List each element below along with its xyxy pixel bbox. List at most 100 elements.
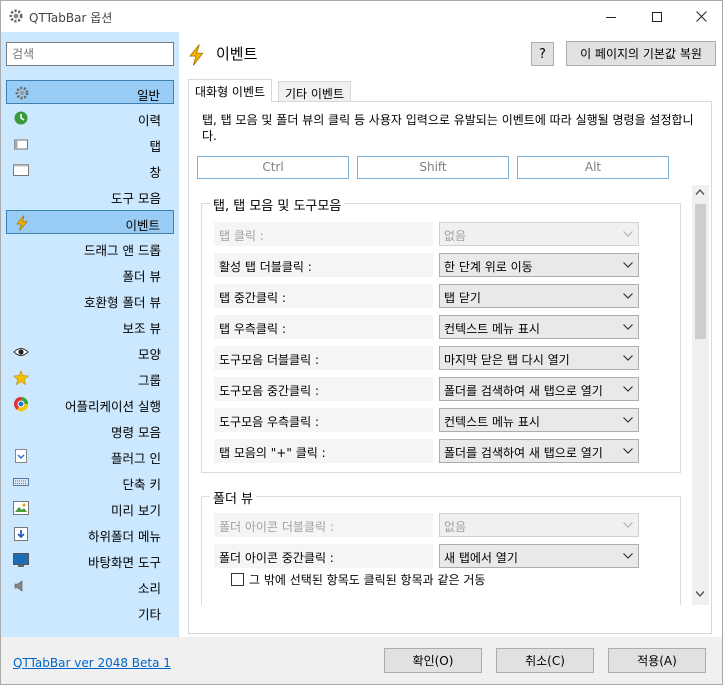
select-value: 폴더를 검색하여 새 탭으로 열기	[444, 446, 603, 460]
ok-button[interactable]: 확인(O)	[384, 648, 482, 673]
action-select-folder-icon-middleclick[interactable]: 새 탭에서 열기	[439, 544, 639, 568]
sidebar-item-desktop-tool[interactable]: 바탕화면 도구	[6, 548, 174, 572]
sidebar-item-general[interactable]: 일반	[6, 80, 174, 104]
action-select-toolbar-rightclick[interactable]: 컨텍스트 메뉴 표시	[439, 408, 639, 432]
sidebar-item-misc[interactable]: 기타	[6, 600, 174, 624]
sidebar-item-tab[interactable]: 탭	[6, 132, 174, 156]
same-behavior-checkbox[interactable]	[231, 573, 244, 586]
setting-label: 탭 클릭 :	[214, 222, 433, 246]
chevron-down-icon	[623, 522, 633, 528]
action-select-tab-click: 없음	[439, 222, 639, 246]
sidebar-item-toolbar[interactable]: 도구 모음	[6, 184, 174, 208]
app-launch-icon	[14, 397, 29, 412]
maximize-button[interactable]	[634, 1, 680, 32]
sidebar-item-label: 보조 뷰	[122, 321, 161, 336]
select-value: 탭 닫기	[444, 291, 481, 305]
preview-icon	[13, 501, 29, 515]
select-value: 새 탭에서 열기	[444, 551, 518, 565]
subfolder-icon	[14, 527, 28, 541]
select-value: 한 단계 위로 이동	[444, 260, 533, 274]
tab-interactive-events[interactable]: 대화형 이벤트	[188, 79, 273, 102]
sidebar-item-events[interactable]: 이벤트	[6, 210, 174, 234]
version-link[interactable]: QTTabBar ver 2048 Beta 1	[13, 656, 171, 670]
select-value: 폴더를 검색하여 새 탭으로 열기	[444, 384, 603, 398]
sidebar-item-drag-drop[interactable]: 드래그 앤 드롭	[6, 236, 174, 260]
setting-label: 도구모음 우측클릭 :	[214, 408, 433, 432]
cancel-button[interactable]: 취소(C)	[496, 648, 594, 673]
setting-label: 폴더 아이콘 더블클릭 :	[214, 513, 433, 537]
restore-defaults-button[interactable]: 이 페이지의 기본값 복원	[566, 41, 716, 66]
sidebar-item-label: 미리 보기	[111, 503, 161, 518]
sidebar-item-label: 명령 모음	[111, 425, 161, 440]
chevron-down-icon	[623, 386, 633, 392]
sidebar-item-label: 플러그 인	[111, 451, 161, 466]
action-select-active-tab-dblclick[interactable]: 한 단계 위로 이동	[439, 253, 639, 277]
sidebar-item-label: 바탕화면 도구	[88, 555, 161, 570]
setting-label: 탭 우측클릭 :	[214, 315, 433, 339]
sidebar-item-label: 도구 모음	[111, 191, 161, 206]
sidebar-item-app-launcher[interactable]: 어플리케이션 실행	[6, 392, 174, 416]
tab-other-events[interactable]: 기타 이벤트	[278, 81, 352, 102]
action-select-tab-rightclick[interactable]: 컨텍스트 메뉴 표시	[439, 315, 639, 339]
action-select-tabbar-plus-click[interactable]: 폴더를 검색하여 새 탭으로 열기	[439, 439, 639, 463]
sidebar-item-history[interactable]: 이력	[6, 106, 174, 130]
sidebar-item-label: 드래그 앤 드롭	[84, 243, 161, 258]
sidebar-item-compat-folder-view[interactable]: 호환형 폴더 뷰	[6, 288, 174, 312]
action-select-toolbar-middleclick[interactable]: 폴더를 검색하여 새 탭으로 열기	[439, 377, 639, 401]
vertical-scrollbar[interactable]	[692, 185, 709, 605]
action-select-tab-middleclick[interactable]: 탭 닫기	[439, 284, 639, 308]
sidebar-item-shortcuts[interactable]: 단축 키	[6, 470, 174, 494]
group-title: 탭, 탭 모음 및 도구모음	[210, 195, 345, 214]
sidebar-item-window[interactable]: 창	[6, 158, 174, 182]
sidebar: 일반 이력 탭 창 도구 모음 이벤트 드래그 앤 드롭 폴더 뷰 호환형 폴더…	[0, 32, 179, 637]
setting-label: 탭 중간클릭 :	[214, 284, 433, 308]
sidebar-item-label: 모양	[137, 347, 161, 362]
lightning-icon	[189, 44, 204, 66]
close-button[interactable]	[678, 1, 723, 32]
scroll-thumb[interactable]	[695, 204, 706, 339]
shift-modifier-button[interactable]: Shift	[357, 156, 509, 179]
setting-label: 활성 탭 더블클릭 :	[214, 253, 433, 277]
apply-button[interactable]: 적용(A)	[608, 648, 706, 673]
setting-row: 폴더 아이콘 중간클릭 : 새 탭에서 열기	[214, 544, 639, 570]
sidebar-item-preview[interactable]: 미리 보기	[6, 496, 174, 520]
setting-row: 도구모음 우측클릭 : 컨텍스트 메뉴 표시	[214, 408, 639, 434]
sidebar-item-folder-view[interactable]: 폴더 뷰	[6, 262, 174, 286]
help-button[interactable]: ?	[531, 42, 554, 66]
sidebar-item-appearance[interactable]: 모양	[6, 340, 174, 364]
keyboard-icon	[13, 478, 29, 486]
setting-row: 탭 우측클릭 : 컨텍스트 메뉴 표시	[214, 315, 639, 341]
chevron-down-icon	[623, 262, 633, 268]
sidebar-item-sound[interactable]: 소리	[6, 574, 174, 598]
eye-icon	[13, 348, 29, 356]
scroll-down-icon[interactable]	[695, 590, 705, 598]
maximize-icon	[652, 11, 662, 22]
scroll-up-icon[interactable]	[695, 188, 705, 196]
select-value: 없음	[444, 520, 467, 534]
settings-scroll-area[interactable]: 탭, 탭 모음 및 도구모음 탭 클릭 : 없음 활성 탭 더블클릭 : 한 단…	[197, 185, 701, 605]
group-tabs-toolbar: 탭, 탭 모음 및 도구모음 탭 클릭 : 없음 활성 탭 더블클릭 : 한 단…	[201, 195, 681, 473]
search-input[interactable]	[6, 42, 174, 66]
window-icon	[13, 164, 29, 176]
sidebar-item-label: 하위폴더 메뉴	[88, 529, 161, 544]
close-icon	[695, 11, 707, 22]
select-value: 컨텍스트 메뉴 표시	[444, 322, 540, 336]
chevron-down-icon	[623, 293, 633, 299]
sidebar-item-label: 단축 키	[122, 477, 161, 492]
sidebar-item-group[interactable]: 그룹	[6, 366, 174, 390]
sidebar-item-label: 탭	[149, 139, 161, 154]
sidebar-item-plugins[interactable]: 플러그 인	[6, 444, 174, 468]
ctrl-modifier-button[interactable]: Ctrl	[197, 156, 349, 179]
action-select-folder-icon-dblclick: 없음	[439, 513, 639, 537]
page-title: 이벤트	[216, 45, 258, 63]
sidebar-item-secondary-view[interactable]: 보조 뷰	[6, 314, 174, 338]
setting-label: 도구모음 중간클릭 :	[214, 377, 433, 401]
action-select-toolbar-dblclick[interactable]: 마지막 닫은 탭 다시 열기	[439, 346, 639, 370]
sidebar-item-command-bar[interactable]: 명령 모음	[6, 418, 174, 442]
sidebar-item-subfolder-menu[interactable]: 하위폴더 메뉴	[6, 522, 174, 546]
alt-modifier-button[interactable]: Alt	[517, 156, 669, 179]
star-icon	[13, 370, 29, 386]
select-value: 마지막 닫은 탭 다시 열기	[444, 353, 570, 367]
minimize-button[interactable]	[588, 1, 634, 32]
chevron-down-icon	[623, 355, 633, 361]
